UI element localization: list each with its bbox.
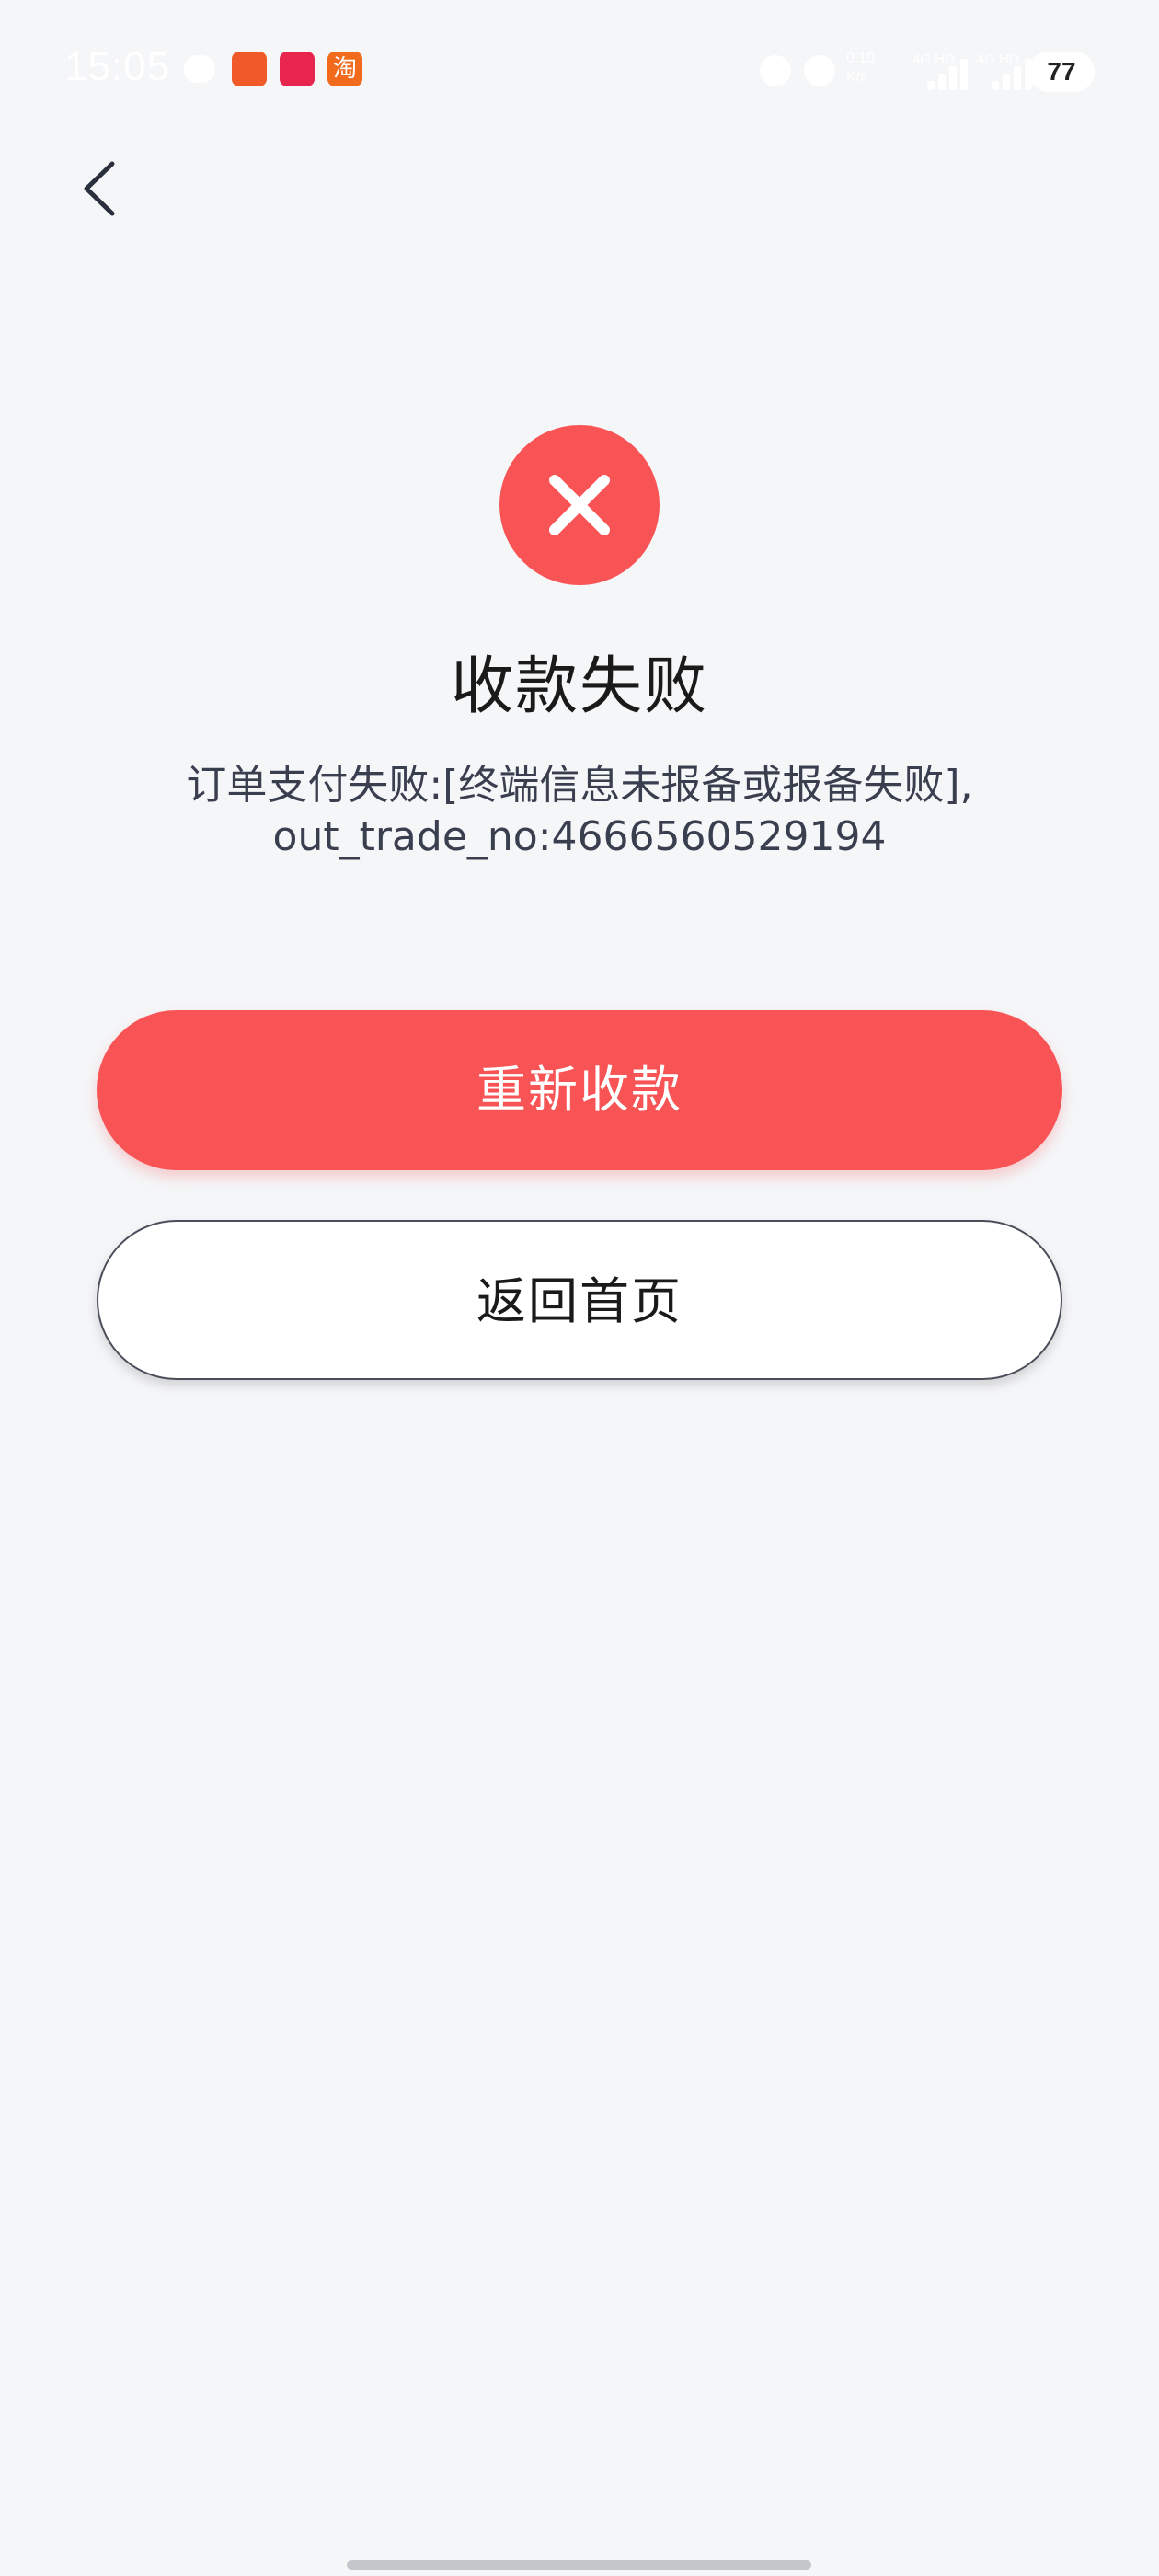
network-speed: 0.10 K/s — [846, 51, 876, 85]
status-bar: 15:05 淘 0.10 K/s 4G HD 4G HD 77 — [0, 0, 1159, 138]
mute-icon — [804, 55, 835, 86]
error-message: 订单支付失败:[终端信息未报备或报备失败],out_trade_no:46665… — [186, 762, 973, 860]
signal-label: 4G HD — [977, 52, 1019, 67]
battery-indicator: 77 — [1028, 52, 1095, 92]
close-circle-icon — [499, 425, 660, 585]
taobao-notification-icon: 淘 — [327, 52, 362, 86]
alarm-icon — [760, 55, 791, 86]
page-title: 收款失败 — [450, 650, 708, 723]
retry-payment-button[interactable]: 重新收款 — [97, 1010, 1062, 1170]
return-home-button[interactable]: 返回首页 — [97, 1220, 1062, 1380]
app-notification-icon — [280, 52, 315, 86]
close-icon — [549, 475, 610, 535]
home-indicator[interactable] — [347, 2560, 811, 2570]
app-notification-icon — [232, 52, 267, 86]
signal-label: 4G HD — [912, 52, 955, 67]
back-button[interactable] — [64, 147, 138, 230]
message-notification-icon — [184, 55, 215, 83]
chevron-left-icon — [84, 161, 115, 216]
status-time: 15:05 — [64, 44, 171, 89]
signal-strength-icon: 4G HD — [977, 52, 1032, 90]
signal-strength-icon: 4G HD — [912, 52, 968, 90]
